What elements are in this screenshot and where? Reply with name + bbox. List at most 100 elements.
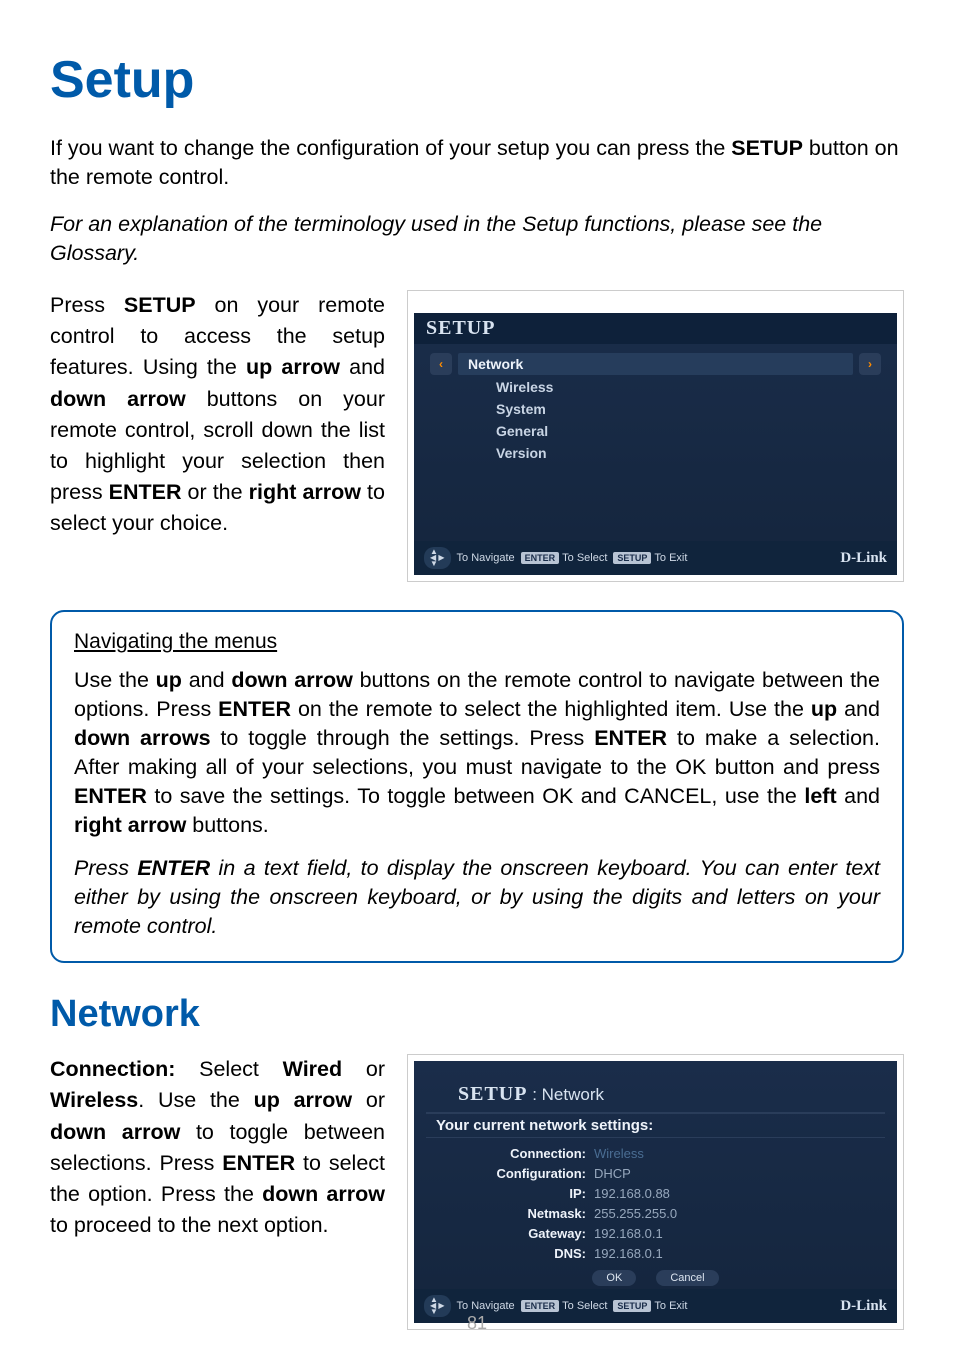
label: DNS: <box>426 1244 594 1264</box>
value[interactable]: DHCP <box>594 1164 631 1184</box>
nav-arrows-icon: ▲◀ ▶▼ <box>424 547 451 569</box>
row-netmask: Netmask:255.255.255.0 <box>414 1204 897 1224</box>
txt: and <box>340 355 385 379</box>
setup-screenshot: SETUP ‹ Network › Wireless System Genera… <box>407 290 904 582</box>
setup-footer: ▲◀ ▶▼ To Navigate ENTER To Select SETUP … <box>414 541 897 575</box>
txt: buttons. <box>186 813 268 837</box>
setup-screen-titlebar: SETUP <box>414 313 897 344</box>
bold: Wired <box>283 1057 343 1081</box>
nav-box-title: Navigating the menus <box>74 630 880 654</box>
bold: up arrow <box>254 1088 353 1112</box>
menu-item-wireless[interactable]: Wireless <box>496 376 881 398</box>
txt: or <box>352 1088 385 1112</box>
bold: right arrow <box>249 480 361 504</box>
title-sub: Network <box>542 1085 604 1104</box>
value: 255.255.255.0 <box>594 1204 677 1224</box>
title-sep: : <box>527 1085 541 1104</box>
nav-box-p1: Use the up and down arrow buttons on the… <box>74 666 880 840</box>
bold: Connection: <box>50 1057 175 1081</box>
label: IP: <box>426 1184 594 1204</box>
footer-exit-label: To Exit <box>654 1300 687 1312</box>
label: Netmask: <box>426 1204 594 1224</box>
setup-instructions: Press SETUP on your remote control to ac… <box>50 290 385 539</box>
txt: Press <box>50 293 124 317</box>
txt: and <box>837 784 880 808</box>
label: Connection: <box>426 1144 594 1164</box>
bold: down arrow <box>231 668 352 692</box>
menu-item-version[interactable]: Version <box>496 442 881 464</box>
txt: and <box>182 668 231 692</box>
right-arrow-icon[interactable]: › <box>859 353 881 375</box>
value: 192.168.0.88 <box>594 1184 670 1204</box>
setup-pill: SETUP <box>613 552 651 564</box>
nav-box-p2: Press ENTER in a text field, to display … <box>74 854 880 941</box>
intro-bold: SETUP <box>731 136 803 160</box>
txt: or <box>342 1057 385 1081</box>
enter-pill: ENTER <box>521 552 560 564</box>
bold: down arrow <box>50 1120 180 1144</box>
value[interactable]: Wireless <box>594 1144 644 1164</box>
heading-setup: Setup <box>50 50 904 110</box>
row-gateway: Gateway:192.168.0.1 <box>414 1224 897 1244</box>
txt: Use the <box>74 668 156 692</box>
footer-nav-label: To Navigate <box>457 1300 515 1312</box>
footer-nav-label: To Navigate <box>457 552 515 564</box>
bold: ENTER <box>74 784 147 808</box>
txt: to save the settings. To toggle between … <box>147 784 805 808</box>
intro-pre: If you want to change the configuration … <box>50 136 731 160</box>
ok-button[interactable]: OK <box>592 1270 636 1286</box>
row-connection: Connection:Wireless <box>414 1144 897 1164</box>
bold: ENTER <box>218 697 291 721</box>
footer-select-label: To Select <box>562 1300 607 1312</box>
bold: left <box>804 784 836 808</box>
menu-item-general[interactable]: General <box>496 420 881 442</box>
bold: ENTER <box>109 480 182 504</box>
intro-paragraph: If you want to change the configuration … <box>50 134 904 192</box>
bold: Wireless <box>50 1088 138 1112</box>
bold: down arrows <box>74 726 211 750</box>
txt: . Use the <box>138 1088 253 1112</box>
bold: down arrow <box>50 387 186 411</box>
bold: ENTER <box>222 1151 295 1175</box>
menu-item-system[interactable]: System <box>496 398 881 420</box>
txt: Select <box>175 1057 282 1081</box>
bold: ENTER <box>137 856 210 880</box>
net-screen-subtitle: Your current network settings: <box>426 1112 885 1138</box>
txt: Press <box>74 856 137 880</box>
label: Gateway: <box>426 1224 594 1244</box>
cancel-button[interactable]: Cancel <box>656 1270 718 1286</box>
bold: up arrow <box>246 355 340 379</box>
bold: down arrow <box>262 1182 385 1206</box>
glossary-note: For an explanation of the terminology us… <box>50 210 904 268</box>
label: Configuration: <box>426 1164 594 1184</box>
bold: up <box>811 697 837 721</box>
menu-item-network[interactable]: Network <box>458 353 853 375</box>
footer-exit-label: To Exit <box>654 552 687 564</box>
txt: to toggle through the settings. Press <box>211 726 595 750</box>
bold: up <box>156 668 182 692</box>
net-screen-title: SETUP : Network <box>414 1061 897 1110</box>
bold: right arrow <box>74 813 186 837</box>
left-arrow-icon[interactable]: ‹ <box>430 353 452 375</box>
txt: or the <box>182 480 249 504</box>
enter-pill: ENTER <box>521 1300 560 1312</box>
bold: ENTER <box>594 726 667 750</box>
txt: and <box>837 697 880 721</box>
txt: to proceed to the next option. <box>50 1213 329 1237</box>
setup-screen-title: SETUP <box>426 317 495 339</box>
title-main: SETUP <box>458 1083 527 1105</box>
value: 192.168.0.1 <box>594 1224 663 1244</box>
page-number: 81 <box>0 1313 954 1334</box>
txt: on the remote to select the highlighted … <box>291 697 811 721</box>
bold: SETUP <box>124 293 196 317</box>
heading-network: Network <box>50 993 904 1036</box>
setup-pill: SETUP <box>613 1300 651 1312</box>
network-screenshot: SETUP : Network Your current network set… <box>407 1054 904 1330</box>
row-configuration: Configuration:DHCP <box>414 1164 897 1184</box>
footer-select-label: To Select <box>562 552 607 564</box>
row-ip: IP:192.168.0.88 <box>414 1184 897 1204</box>
network-instructions: Connection: Select Wired or Wireless. Us… <box>50 1054 385 1241</box>
brand-logo: D-Link <box>840 550 887 567</box>
navigating-menus-box: Navigating the menus Use the up and down… <box>50 610 904 963</box>
value: 192.168.0.1 <box>594 1244 663 1264</box>
